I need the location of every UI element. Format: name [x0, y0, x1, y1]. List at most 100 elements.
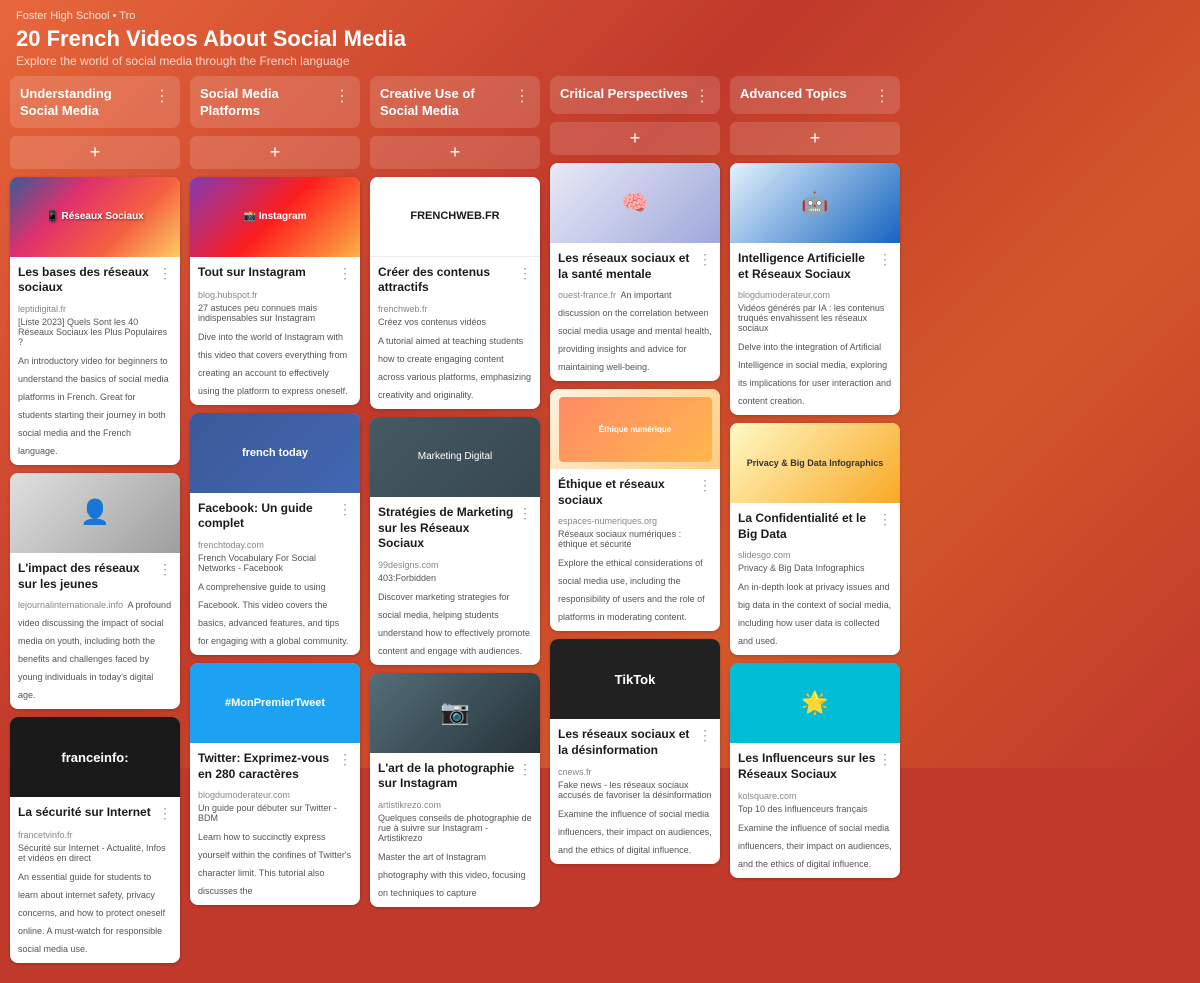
column-col4: Critical Perspectives ⋮ + 🧠 Les réseaux …	[550, 76, 720, 864]
card-body: Éthique et réseaux sociaux ⋮ espaces-num…	[550, 469, 720, 631]
board: Understanding Social Media ⋮ + 📱 Réseaux…	[0, 76, 1200, 983]
card-title: Les réseaux sociaux et la désinformation	[558, 727, 696, 758]
page-subtitle: Explore the world of social media throug…	[16, 54, 1184, 68]
column-menu-icon[interactable]: ⋮	[334, 86, 350, 106]
card-menu-icon[interactable]: ⋮	[698, 477, 712, 494]
card-title: Les bases des réseaux sociaux	[18, 265, 156, 296]
add-card-button[interactable]: +	[550, 122, 720, 155]
card[interactable]: Marketing Digital Stratégies de Marketin…	[370, 417, 540, 665]
card-title: Twitter: Exprimez-vous en 280 caractères	[198, 751, 336, 782]
card[interactable]: 👤 L'impact des réseaux sur les jeunes ⋮ …	[10, 473, 180, 709]
card[interactable]: 📱 Réseaux Sociaux Les bases des réseaux …	[10, 177, 180, 465]
card-source-domain: 99designs.com	[378, 560, 439, 570]
card-menu-icon[interactable]: ⋮	[158, 265, 172, 282]
card[interactable]: 📷 L'art de la photographie sur Instagram…	[370, 673, 540, 907]
card-title: L'art de la photographie sur Instagram	[378, 761, 516, 792]
card[interactable]: #MonPremierTweet Twitter: Exprimez-vous …	[190, 663, 360, 905]
card-menu-icon[interactable]: ⋮	[158, 561, 172, 578]
card-description: An essential guide for students to learn…	[18, 872, 165, 954]
card[interactable]: TikTok Les réseaux sociaux et la désinfo…	[550, 639, 720, 863]
card[interactable]: franceinfo: La sécurité sur Internet ⋮ f…	[10, 717, 180, 963]
card-description: An introductory video for beginners to u…	[18, 356, 169, 456]
card-body: Les réseaux sociaux et la santé mentale …	[550, 243, 720, 381]
card[interactable]: FRENCHWEB.FR Créer des contenus attracti…	[370, 177, 540, 409]
card-body: Les bases des réseaux sociaux ⋮ leptidig…	[10, 257, 180, 465]
column-title: Social Media Platforms	[200, 86, 330, 120]
card-source-link: Privacy & Big Data Infographics	[738, 563, 892, 573]
column-col5: Advanced Topics ⋮ + 🤖 Intelligence Artif…	[730, 76, 900, 878]
page-title: 20 French Videos About Social Media	[16, 26, 1184, 52]
card-description: An in-depth look at privacy issues and b…	[738, 582, 891, 646]
card[interactable]: 📸 Instagram Tout sur Instagram ⋮ blog.hu…	[190, 177, 360, 405]
column-header: Understanding Social Media ⋮	[10, 76, 180, 128]
card-menu-icon[interactable]: ⋮	[698, 727, 712, 744]
card-title: Créer des contenus attractifs	[378, 265, 516, 296]
card-menu-icon[interactable]: ⋮	[518, 505, 532, 522]
card[interactable]: french today Facebook: Un guide complet …	[190, 413, 360, 655]
card-menu-icon[interactable]: ⋮	[878, 751, 892, 768]
breadcrumb: Foster High School • Tro	[16, 10, 1184, 22]
add-card-button[interactable]: +	[190, 136, 360, 169]
card-description: Examine the influence of social media in…	[558, 809, 712, 855]
card-menu-icon[interactable]: ⋮	[338, 501, 352, 518]
card-body: L'art de la photographie sur Instagram ⋮…	[370, 753, 540, 907]
column-header: Creative Use of Social Media ⋮	[370, 76, 540, 128]
card-source-link: Sécurité sur Internet - Actualité, Infos…	[18, 843, 172, 863]
card-title: Stratégies de Marketing sur les Réseaux …	[378, 505, 516, 552]
card[interactable]: 🌟 Les Influenceurs sur les Réseaux Socia…	[730, 663, 900, 877]
card-source-domain: blog.hubspot.fr	[198, 290, 258, 300]
card-source-domain: cnews.fr	[558, 767, 592, 777]
column-header: Critical Perspectives ⋮	[550, 76, 720, 114]
card-description: A tutorial aimed at teaching students ho…	[378, 336, 531, 400]
card-body: Stratégies de Marketing sur les Réseaux …	[370, 497, 540, 665]
card-menu-icon[interactable]: ⋮	[338, 751, 352, 768]
add-card-button[interactable]: +	[370, 136, 540, 169]
card-description: Learn how to succinctly express yourself…	[198, 832, 351, 896]
card-source-domain: lejournalinternationale.info	[18, 600, 123, 610]
card-body: L'impact des réseaux sur les jeunes ⋮ le…	[10, 553, 180, 709]
add-card-button[interactable]: +	[730, 122, 900, 155]
card-description: Dive into the world of Instagram with th…	[198, 332, 348, 396]
column-col3: Creative Use of Social Media ⋮ + FRENCHW…	[370, 76, 540, 907]
card-title: Les réseaux sociaux et la santé mentale	[558, 251, 696, 282]
card-description: A comprehensive guide to using Facebook.…	[198, 582, 348, 646]
card-description: Explore the ethical considerations of so…	[558, 558, 705, 622]
column-header: Social Media Platforms ⋮	[190, 76, 360, 128]
card-menu-icon[interactable]: ⋮	[338, 265, 352, 282]
card[interactable]: Éthique numérique Éthique et réseaux soc…	[550, 389, 720, 631]
card[interactable]: Privacy & Big Data Infographics La Confi…	[730, 423, 900, 655]
card[interactable]: 🤖 Intelligence Artificielle et Réseaux S…	[730, 163, 900, 415]
card-description: Master the art of Instagram photography …	[378, 852, 526, 898]
card-menu-icon[interactable]: ⋮	[878, 511, 892, 528]
card-body: Créer des contenus attractifs ⋮ frenchwe…	[370, 257, 540, 409]
card-source-link: Top 10 des Influenceurs français	[738, 804, 892, 814]
card-menu-icon[interactable]: ⋮	[158, 805, 172, 822]
card[interactable]: 🧠 Les réseaux sociaux et la santé mental…	[550, 163, 720, 381]
card-menu-icon[interactable]: ⋮	[698, 251, 712, 268]
add-card-button[interactable]: +	[10, 136, 180, 169]
card-source-link: 403:Forbidden	[378, 573, 532, 583]
card-body: Les réseaux sociaux et la désinformation…	[550, 719, 720, 863]
column-menu-icon[interactable]: ⋮	[154, 86, 170, 106]
card-body: La sécurité sur Internet ⋮ francetvinfo.…	[10, 797, 180, 963]
card-source-domain: espaces-numeriques.org	[558, 516, 657, 526]
column-menu-icon[interactable]: ⋮	[694, 86, 710, 106]
card-body: Intelligence Artificielle et Réseaux Soc…	[730, 243, 900, 415]
card-body: Les Influenceurs sur les Réseaux Sociaux…	[730, 743, 900, 877]
card-menu-icon[interactable]: ⋮	[518, 265, 532, 282]
card-body: Twitter: Exprimez-vous en 280 caractères…	[190, 743, 360, 905]
card-source-domain: slidesgo.com	[738, 550, 791, 560]
card-source-link: [Liste 2023] Quels Sont les 40 Réseaux S…	[18, 317, 172, 347]
column-menu-icon[interactable]: ⋮	[514, 86, 530, 106]
card-source-domain: blogdumoderateur.com	[198, 790, 290, 800]
card-title: La sécurité sur Internet	[18, 805, 156, 821]
card-menu-icon[interactable]: ⋮	[878, 251, 892, 268]
card-title: Tout sur Instagram	[198, 265, 336, 281]
column-menu-icon[interactable]: ⋮	[874, 86, 890, 106]
card-menu-icon[interactable]: ⋮	[518, 761, 532, 778]
column-title: Advanced Topics	[740, 86, 870, 103]
card-title: La Confidentialité et le Big Data	[738, 511, 876, 542]
card-title: Les Influenceurs sur les Réseaux Sociaux	[738, 751, 876, 782]
card-source-domain: blogdumoderateur.com	[738, 290, 830, 300]
column-title: Understanding Social Media	[20, 86, 150, 120]
